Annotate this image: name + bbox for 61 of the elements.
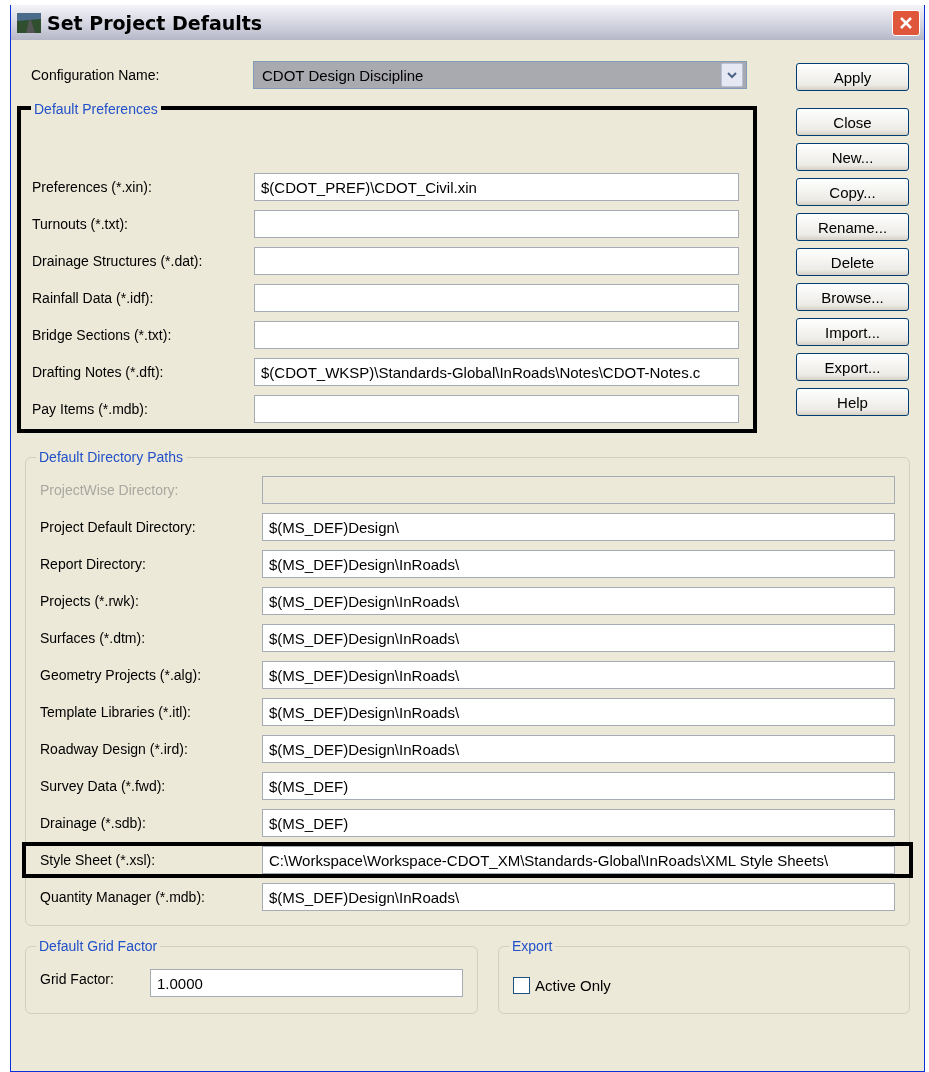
- dialog-button[interactable]: Export...: [796, 353, 909, 381]
- input-field[interactable]: $(CDOT_PREF)\CDOT_Civil.xin: [254, 173, 739, 201]
- field-label: Turnouts (*.txt):: [32, 216, 129, 232]
- field-label: Survey Data (*.fwd):: [40, 778, 167, 794]
- field-label: Quantity Manager (*.mdb):: [40, 889, 206, 905]
- input-field[interactable]: [254, 395, 739, 423]
- field-label: Report Directory:: [40, 556, 147, 572]
- dialog-button[interactable]: Apply: [796, 63, 909, 91]
- group-title: Default Preferences: [31, 101, 161, 117]
- field-label: ProjectWise Directory:: [40, 482, 180, 498]
- close-icon[interactable]: [892, 9, 920, 36]
- input-field[interactable]: $(MS_DEF)Design\InRoads\: [262, 624, 895, 652]
- group-title: Default Directory Paths: [36, 449, 186, 465]
- field-label: Configuration Name:: [31, 67, 161, 83]
- field-label: Bridge Sections (*.txt):: [32, 327, 173, 343]
- input-field[interactable]: [254, 210, 739, 238]
- field-label: Surfaces (*.dtm):: [40, 630, 147, 646]
- dialog-button[interactable]: Copy...: [796, 178, 909, 206]
- dialog-button[interactable]: Help: [796, 388, 909, 416]
- input-field[interactable]: $(MS_DEF)Design\InRoads\: [262, 698, 895, 726]
- field-label: Roadway Design (*.ird):: [40, 741, 189, 757]
- input-field[interactable]: $(CDOT_WKSP)\Standards-Global\InRoads\Notes\CDOT-Notes.c: [254, 358, 739, 386]
- field-label: Geometry Projects (*.alg):: [40, 667, 203, 683]
- group-title: Default Grid Factor: [36, 938, 161, 954]
- input-field[interactable]: $(MS_DEF)Design\InRoads\: [262, 735, 895, 763]
- checkbox-label: Active Only: [535, 976, 611, 994]
- field-label: Drafting Notes (*.dft):: [32, 364, 165, 380]
- group-title: Export: [509, 938, 556, 954]
- field-label: Drainage Structures (*.dat):: [32, 253, 204, 269]
- field-label: Template Libraries (*.itl):: [40, 704, 192, 720]
- dialog-button[interactable]: Close: [796, 108, 909, 136]
- field-label: Style Sheet (*.xsl):: [40, 852, 157, 868]
- input-field[interactable]: $(MS_DEF)Design\InRoads\: [262, 883, 895, 911]
- dialog-button[interactable]: Delete: [796, 248, 909, 276]
- input-field[interactable]: $(MS_DEF): [262, 772, 895, 800]
- input-field[interactable]: [254, 247, 739, 275]
- field-label: Projects (*.rwk):: [40, 593, 140, 609]
- input-field[interactable]: $(MS_DEF)Design\InRoads\: [262, 661, 895, 689]
- road-icon: [17, 12, 41, 33]
- field-label: Project Default Directory:: [40, 519, 197, 535]
- input-field[interactable]: 1.0000: [150, 969, 463, 997]
- input-field[interactable]: C:\Workspace\Workspace-CDOT_XM\Standards-Global\InRoads\XML Style Sheets\: [262, 846, 895, 874]
- dialog-button[interactable]: Rename...: [796, 213, 909, 241]
- field-label: Drainage (*.sdb):: [40, 815, 147, 831]
- field-label: Rainfall Data (*.idf):: [32, 290, 155, 306]
- input-field[interactable]: $(MS_DEF)Design\InRoads\: [262, 587, 895, 615]
- window-title: Set Project Defaults: [47, 11, 264, 34]
- input-field[interactable]: $(MS_DEF): [262, 809, 895, 837]
- input-field[interactable]: $(MS_DEF)Design\InRoads\: [262, 550, 895, 578]
- configuration-dropdown[interactable]: CDOT Design Discipline: [253, 61, 747, 89]
- dialog-button[interactable]: Browse...: [796, 283, 909, 311]
- field-label: Grid Factor:: [40, 971, 115, 987]
- field-label: Pay Items (*.mdb):: [32, 401, 149, 417]
- input-field[interactable]: [254, 321, 739, 349]
- chevron-down-icon[interactable]: [721, 63, 743, 87]
- field-label: Preferences (*.xin):: [32, 179, 153, 195]
- input-field[interactable]: $(MS_DEF)Design\: [262, 513, 895, 541]
- checkbox[interactable]: [513, 976, 530, 994]
- dialog-button[interactable]: New...: [796, 143, 909, 171]
- input-field[interactable]: [254, 284, 739, 312]
- dialog-button[interactable]: Import...: [796, 318, 909, 346]
